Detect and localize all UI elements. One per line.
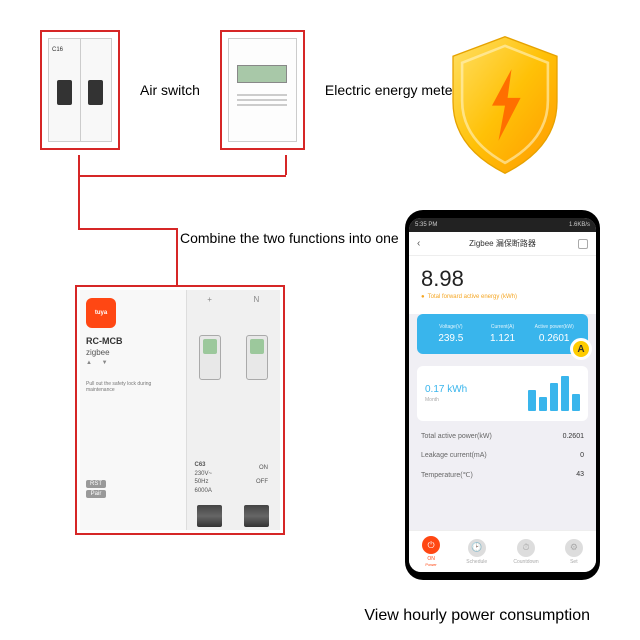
app-title: Zigbee 漏保断路器 [469,238,536,249]
edit-icon[interactable] [578,239,588,249]
top-devices-row: C16 Air switch Electric energy meter [40,30,457,150]
pair-button: Pair [86,490,106,498]
energy-sublabel: Total forward active energy (kWh) [421,294,584,300]
n-mark: N [253,295,259,304]
nav-set[interactable]: ⚙ Set [565,539,583,565]
energy-value: 8.98 [421,266,584,292]
metric-row: Total active power(kW) 0.2601 [417,427,588,446]
app-header: ‹ Zigbee 漏保断路器 [409,232,596,256]
wire-segment [78,155,80,230]
clock-icon: 🕑 [468,539,486,557]
nav-countdown[interactable]: ⏱ Countdown [513,539,538,565]
plus-mark: + [207,295,212,304]
chart-value: 0.17 kWh [425,384,467,395]
tuya-badge: tuya [86,298,116,328]
stats-card: Voltage(V) 239.5 Current(A) 1.121 Active… [417,314,588,354]
air-switch-rating: C16 [52,47,63,53]
chart-card[interactable]: 0.17 kWh Month [417,366,588,421]
bottom-nav: ⏻ ON Power 🕑 Schedule ⏱ Countdown ⚙ Set [409,530,596,572]
energy-meter-label: Electric energy meter [325,82,457,98]
status-bar: 5:35 PM 1.6KB/s [409,218,596,232]
stat-value: 239.5 [425,333,477,344]
phone-mockup: 5:35 PM 1.6KB/s ‹ Zigbee 漏保断路器 8.98 Tota… [405,210,600,580]
caption: View hourly power consumption [364,607,590,625]
shield-icon [440,30,570,180]
wire-segment [78,175,286,177]
on-off-label: ON OFF [256,465,268,485]
main-reading: 8.98 Total forward active energy (kWh) [409,256,596,314]
stat-value: 1.121 [477,333,529,344]
breaker-specs: C63 230V~ 50Hz 6000A [195,461,213,495]
nav-schedule[interactable]: 🕑 Schedule [466,539,487,565]
stat-label: Active power(kW) [528,324,580,330]
chart-period: Month [425,397,467,403]
terminal [244,505,269,527]
back-icon[interactable]: ‹ [417,238,420,249]
stat-label: Current(A) [477,324,529,330]
energy-meter-box [220,30,305,150]
power-icon: ⏻ [422,536,440,554]
timer-icon: ⏱ [517,539,535,557]
gear-icon: ⚙ [565,539,583,557]
rst-button: RST [86,480,106,488]
air-switch-box: C16 [40,30,120,150]
combine-label: Combine the two functions into one [180,230,399,246]
metrics-list: Total active power(kW) 0.2601 Leakage cu… [417,427,588,485]
terminal [197,505,222,527]
stat-label: Voltage(V) [425,324,477,330]
wire-segment [78,228,178,230]
chart-bars [528,376,580,411]
wire-segment [285,155,287,175]
wire-segment [176,228,178,286]
nav-power[interactable]: ⏻ ON Power [422,536,440,567]
safety-text: Pull out the safety lock during maintena… [86,381,180,393]
breaker-protocol: zigbee [86,348,180,357]
air-switch-label: Air switch [140,82,200,98]
main-breaker: tuya RC-MCB zigbee ▲ ▼ Pull out the safe… [75,285,285,535]
a-badge[interactable]: A [570,338,592,360]
breaker-toggle [246,335,268,380]
breaker-toggle [199,335,221,380]
breaker-model: RC-MCB [86,336,180,346]
phone-screen: 5:35 PM 1.6KB/s ‹ Zigbee 漏保断路器 8.98 Tota… [409,218,596,572]
metric-row: Temperature(℃) 43 [417,465,588,485]
metric-row: Leakage current(mA) 0 [417,446,588,465]
